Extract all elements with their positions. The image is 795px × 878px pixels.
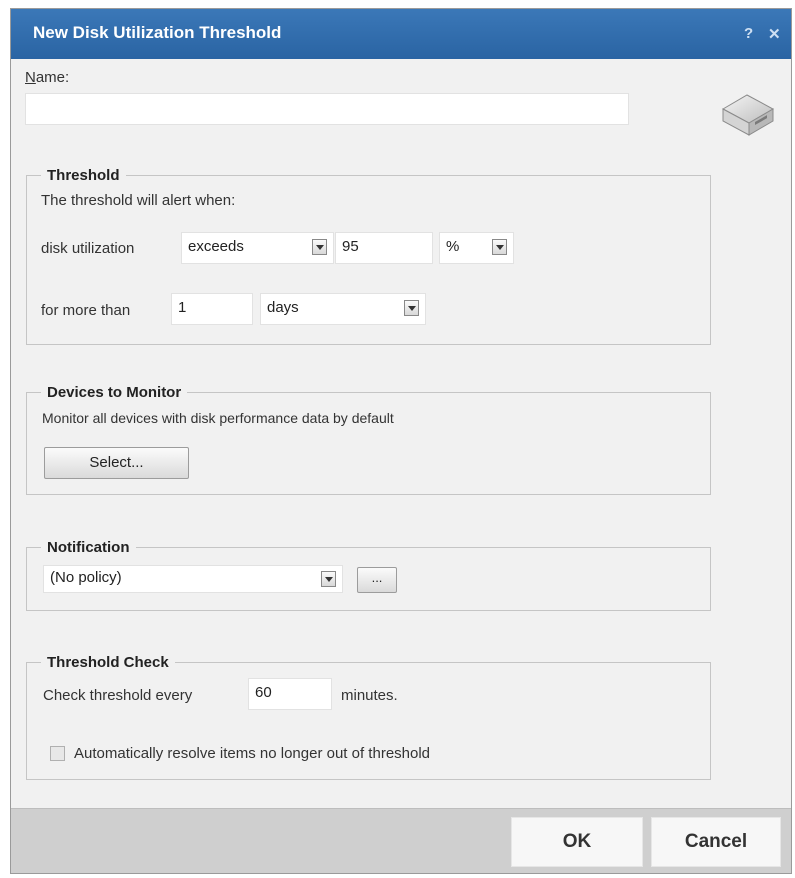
duration-unit-select[interactable]: days (260, 293, 426, 325)
unit-value: % (446, 238, 460, 255)
chevron-down-icon[interactable] (404, 300, 419, 316)
notification-browse-button[interactable]: ... (357, 567, 397, 593)
operator-select[interactable]: exceeds (181, 232, 334, 264)
help-icon[interactable]: ? (744, 25, 753, 42)
cancel-button[interactable]: Cancel (651, 817, 781, 867)
dialog-footer: OK Cancel (11, 808, 791, 873)
notification-policy-value: (No policy) (50, 569, 122, 586)
name-label: Name: (25, 69, 70, 86)
unit-select[interactable]: % (439, 232, 514, 264)
title-bar: New Disk Utilization Threshold ? ✕ (11, 9, 791, 59)
chevron-down-icon[interactable] (312, 239, 327, 255)
disk-utilization-label: disk utilization (41, 240, 135, 257)
threshold-check-legend: Threshold Check (47, 654, 169, 671)
name-input[interactable] (25, 93, 629, 125)
select-devices-button[interactable]: Select... (44, 447, 189, 479)
notification-legend: Notification (47, 539, 130, 556)
auto-resolve-label: Automatically resolve items no longer ou… (74, 745, 431, 762)
duration-unit-value: days (267, 299, 299, 316)
chevron-down-icon[interactable] (321, 571, 336, 587)
threshold-dialog: New Disk Utilization Threshold ? ✕ Name:… (10, 8, 792, 874)
devices-description: Monitor all devices with disk performanc… (42, 410, 394, 426)
auto-resolve-checkbox[interactable] (50, 746, 65, 761)
duration-input[interactable]: 1 (171, 293, 253, 325)
notification-policy-select[interactable]: (No policy) (43, 565, 343, 593)
threshold-value-input[interactable]: 95 (335, 232, 433, 264)
devices-legend: Devices to Monitor (47, 384, 182, 401)
operator-value: exceeds (188, 238, 244, 255)
dialog-title: New Disk Utilization Threshold (33, 23, 282, 42)
hard-disk-icon (721, 94, 775, 136)
name-label-text: ame: (35, 69, 70, 86)
threshold-legend: Threshold (47, 167, 120, 184)
check-interval-input[interactable]: 60 (248, 678, 332, 710)
chevron-down-icon[interactable] (492, 239, 507, 255)
threshold-description: The threshold will alert when: (41, 192, 236, 209)
ok-button[interactable]: OK (511, 817, 643, 867)
close-icon[interactable]: ✕ (768, 25, 781, 43)
check-interval-unit: minutes. (341, 687, 398, 704)
check-interval-label: Check threshold every (43, 687, 193, 704)
duration-label: for more than (41, 302, 131, 319)
